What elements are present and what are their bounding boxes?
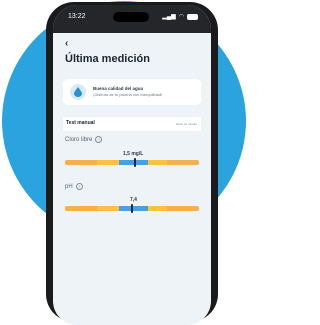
water-drop-icon-badge (70, 84, 86, 100)
scale-segment-high (166, 206, 199, 211)
section-title: Test manual (66, 120, 95, 126)
quality-subtitle: ¡Disfruta de tu piscina con tranquilidad… (93, 92, 163, 97)
scale-segment-mid-high (148, 160, 167, 165)
back-icon[interactable]: ‹ (65, 38, 68, 49)
scale-segment-mid-high (148, 206, 167, 211)
status-time: 13:22 (68, 13, 86, 20)
status-icons: ▂▄▆ ◠ (162, 13, 198, 21)
scale-marker-free-chlorine (133, 158, 136, 167)
param-label-text: pH (65, 184, 73, 191)
dynamic-island (113, 12, 149, 22)
param-value-free-chlorine: 1,5 mg/L (123, 151, 144, 157)
signal-icon: ▂▄▆ (162, 14, 176, 20)
manual-test-header: Test manual Hace un minuto (63, 117, 201, 131)
param-label-text: Cloro libre (65, 137, 93, 144)
water-drop-icon (74, 87, 82, 97)
quality-title: Buena calidad del agua (93, 86, 144, 91)
info-icon[interactable]: ? (75, 183, 83, 190)
scale-bar-free-chlorine (65, 160, 199, 165)
section-timestamp: Hace un minuto (175, 122, 197, 126)
scale-segment-mid-low (97, 160, 119, 165)
scale-segment-low (65, 206, 98, 211)
param-label-ph: pH? (65, 183, 83, 190)
water-quality-card[interactable]: Buena calidad del agua ¡Disfruta de tu p… (63, 79, 201, 105)
status-bar: 13:22 ▂▄▆ ◠ (53, 5, 211, 33)
scale-segment-high (166, 160, 199, 165)
scale-segment-ok (118, 206, 149, 211)
app-screen: 13:22 ▂▄▆ ◠ ‹ Última medición Buena cali… (53, 5, 211, 325)
param-label-free-chlorine: Cloro libre? (65, 136, 103, 144)
scale-segment-low (65, 160, 98, 165)
info-icon[interactable]: ? (95, 136, 103, 143)
wifi-icon: ◠ (178, 14, 184, 20)
page-title: Última medición (65, 53, 150, 65)
scale-marker-ph (131, 204, 133, 213)
scale-segment-mid-low (97, 206, 119, 211)
battery-icon (187, 14, 198, 20)
param-value-ph: 7,4 (130, 197, 137, 203)
